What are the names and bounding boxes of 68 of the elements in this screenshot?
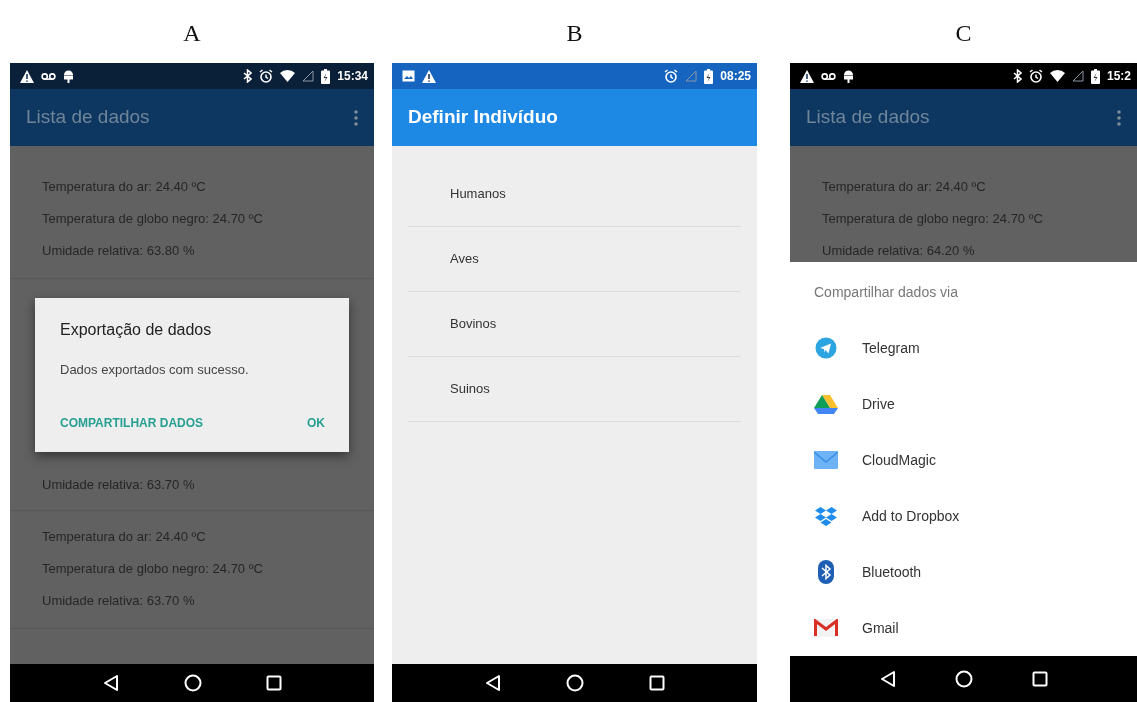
recent-apps-icon[interactable] [266,675,282,691]
warning-icon [800,69,814,83]
dialog-message: Dados exportados com sucesso. [60,361,250,379]
voicemail-icon [41,71,56,81]
share-option[interactable]: Gmail [862,617,899,639]
image-icon [402,70,415,82]
reading-text: Umidade relativa: 63.80 % [42,242,196,260]
app-bar-title: Definir Indivíduo [408,105,558,130]
panel-label: C [954,18,973,48]
dialog-title: Exportação de dados [60,320,213,340]
alarm-icon [259,69,274,83]
share-option[interactable]: Add to Dropbox [862,505,960,527]
overflow-menu-icon[interactable] [354,109,358,126]
reading-text: Temperatura do ar: 24.40 ºC [42,528,207,546]
signal-icon [685,70,698,82]
back-icon[interactable] [879,670,898,688]
reading-text: Umidade relativa: 63.70 % [42,476,196,494]
reading-text: Temperatura do ar: 24.40 ºC [42,178,207,196]
home-icon[interactable] [955,670,974,688]
m-letter-icon [814,619,838,637]
bluetooth-icon [817,560,835,584]
share-option[interactable]: Bluetooth [862,561,922,583]
battery-icon [1090,68,1100,84]
back-icon[interactable] [102,674,120,692]
voicemail-icon [821,71,836,81]
share-option[interactable]: Telegram [862,337,920,359]
battery-icon [321,68,331,84]
reading-text: Temperatura de globo negro: 24.70 ºC [42,560,264,578]
panel-label: B [565,18,584,48]
envelope-icon [814,451,838,469]
app-bar-title: Lista de dados [806,105,930,130]
back-icon[interactable] [484,674,503,692]
bluetooth-icon [243,69,253,83]
recent-apps-icon[interactable] [1031,671,1048,687]
list-option[interactable]: Bovinos [408,292,741,357]
recent-apps-icon[interactable] [648,675,665,691]
list-option[interactable]: Humanos [408,162,741,227]
signal-icon [1071,70,1084,82]
signal-icon [302,70,315,82]
overflow-menu-icon[interactable] [1117,109,1121,126]
sheet-title: Compartilhar dados via [813,283,959,302]
home-icon[interactable] [566,674,585,692]
battery-icon [704,68,714,84]
list-option[interactable]: Aves [408,227,741,292]
reading-text: Temperatura do ar: 24.40 ºC [822,178,987,196]
wifi-icon [1049,70,1065,82]
share-option[interactable]: CloudMagic [862,449,936,471]
bluetooth-icon [1012,69,1022,83]
reading-text: Umidade relativa: 64.20 % [822,242,976,260]
warning-icon [20,69,34,83]
app-bar-title: Lista de dados [26,105,150,130]
status-time: 15:34 [337,68,368,85]
status-time: 15:2 [1106,68,1131,85]
list-option[interactable]: Suinos [408,357,741,422]
alarm-icon [664,69,679,83]
triangle-logo-icon [814,394,838,414]
wifi-icon [280,70,296,82]
reading-text: Umidade relativa: 63.70 % [42,592,196,610]
home-icon[interactable] [184,674,202,692]
alarm-icon [1028,69,1043,83]
panel-label: A [182,18,202,48]
paper-plane-icon [815,337,837,359]
reading-text: Temperatura de globo negro: 24.70 ºC [822,210,1044,228]
share-option[interactable]: Drive [862,393,895,415]
box-stack-icon [815,506,837,526]
reading-text: Temperatura de globo negro: 24.70 ºC [42,210,264,228]
status-time: 08:25 [720,68,751,85]
warning-icon [422,69,436,83]
